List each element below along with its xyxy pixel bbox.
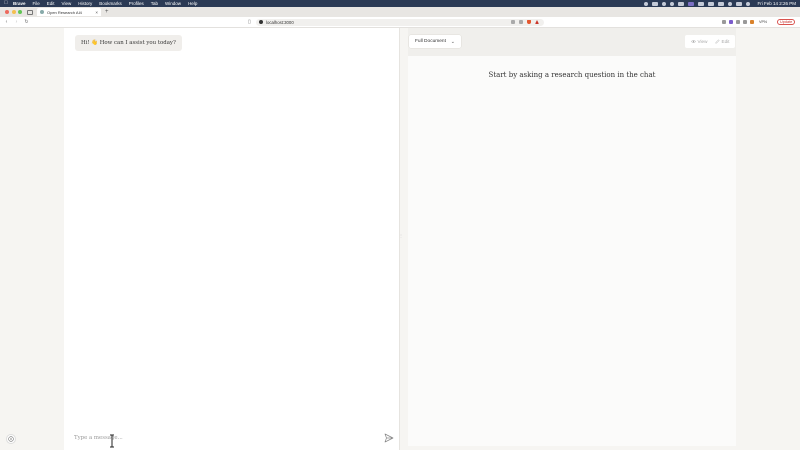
upload-icon[interactable] [652,1,659,6]
address-bar-icons [511,20,539,24]
menu-tab[interactable]: Tab [151,1,158,6]
minimize-window-button[interactable] [11,10,16,14]
tab-favicon-icon [40,10,44,14]
sidebar-panel-icon[interactable] [743,19,747,24]
sync-icon[interactable] [662,1,667,6]
document-header: Full Document ⌄ View Edit [408,28,736,56]
assistant-message: Hi! 👋 How can I assist you today? [75,35,182,51]
document-panel: Full Document ⌄ View Edit Start by askin… [408,28,736,446]
cloud-icon[interactable] [678,1,685,6]
document-body: Start by asking a research question in t… [408,56,736,446]
sidebar-toggle-icon[interactable] [27,9,33,15]
compass-icon [8,436,14,442]
address-bar[interactable]: localhost:3000 [256,18,544,26]
back-icon[interactable]: ‹ [3,19,10,25]
brave-shields-icon[interactable] [527,20,531,24]
view-label: View [697,39,708,44]
document-mode-select[interactable]: Full Document ⌄ [409,35,461,48]
send-icon[interactable] [384,433,394,443]
menu-bookmarks[interactable]: Bookmarks [99,1,122,6]
extension-icon[interactable] [722,19,726,24]
text-cursor-icon [110,434,114,448]
update-button[interactable]: Update [777,19,796,25]
browser-toolbar: ‹ › ↻ ▯ localhost:3000 VPN Update [0,17,800,28]
spotlight-icon[interactable] [746,1,751,6]
menu-window[interactable]: Window [165,1,181,6]
menu-edit[interactable]: Edit [47,1,55,6]
brave-rewards-icon[interactable] [535,20,539,24]
zoom-icon[interactable] [511,20,515,24]
fullscreen-window-button[interactable] [18,10,22,14]
vpn-badge[interactable]: VPN [759,20,767,24]
eye-icon [690,40,696,43]
browser-tab-active[interactable]: Open Research AI4 × [37,8,101,16]
browser-tab-strip: Open Research AI4 × + [0,7,800,17]
screen-capture-icon[interactable] [688,1,695,6]
close-window-button[interactable] [5,10,9,14]
menu-view[interactable]: View [62,1,72,6]
keyboard-icon[interactable] [718,1,725,6]
chat-input-row [64,428,400,450]
new-tab-button[interactable]: + [105,9,109,15]
tab-title: Open Research AI4 [47,9,82,15]
floating-action-button[interactable] [6,434,16,444]
menu-file[interactable]: File [33,1,40,6]
wifi-icon[interactable] [736,1,743,6]
menu-help[interactable]: Help [188,1,197,6]
display-icon[interactable] [698,1,705,6]
chat-message-input[interactable] [74,433,364,443]
forward-icon[interactable]: › [13,19,20,25]
extension-icons: VPN [722,19,767,24]
menubar-clock[interactable]: Fri Feb 14 2:26 PM [757,1,796,6]
macos-menu-bar:  Brave File Edit View History Bookmarks… [0,0,800,7]
view-button[interactable]: View [690,39,708,44]
battery-icon[interactable] [708,1,715,6]
document-actions: View Edit [685,35,735,48]
edit-label: Edit [721,39,730,44]
chat-panel: Hi! 👋 How can I assist you today? [64,28,400,450]
chevron-down-icon: ⌄ [450,38,455,45]
record-icon[interactable] [644,1,649,6]
url-text[interactable]: localhost:3000 [266,20,294,25]
wallet-icon[interactable] [750,19,754,24]
pencil-icon [714,39,720,44]
settings-icon[interactable] [670,1,675,6]
extensions-puzzle-icon[interactable] [736,19,740,24]
bookmark-icon[interactable]: ▯ [248,19,251,25]
close-tab-icon[interactable]: × [95,10,98,15]
control-center-icon[interactable] [728,1,733,6]
menu-profiles[interactable]: Profiles [129,1,144,6]
site-info-icon[interactable] [259,20,263,24]
window-controls [5,10,22,14]
menu-history[interactable]: History [78,1,92,6]
document-empty-state: Start by asking a research question in t… [488,71,656,79]
apple-icon[interactable]:  [4,1,9,6]
reload-icon[interactable]: ↻ [23,19,30,25]
menu-app-name[interactable]: Brave [13,1,26,6]
panel-resize-handle[interactable]: ⋮ [399,233,403,243]
web-page: Hi! 👋 How can I assist you today? ⋮ Full… [0,28,800,450]
extension-purple-icon[interactable] [729,19,733,24]
document-mode-value: Full Document [415,39,446,44]
status-icons: Fri Feb 14 2:26 PM [644,1,796,6]
share-icon[interactable] [519,20,523,24]
edit-button[interactable]: Edit [714,39,730,44]
